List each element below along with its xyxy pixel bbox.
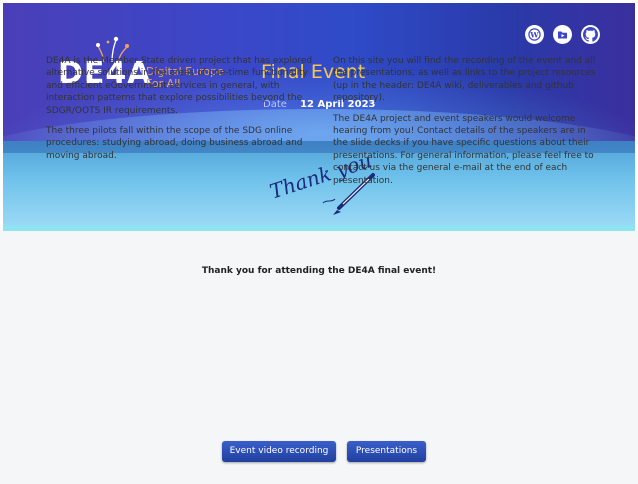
- page-heading: Thank you for attending the DE4A final e…: [201, 266, 437, 276]
- github-icon[interactable]: [581, 25, 600, 44]
- intro-paragraph: DE4A is the Member State driven project …: [46, 56, 313, 116]
- deliverables-icon[interactable]: [553, 25, 572, 44]
- page: DE4A Digital Europe For All Final Event …: [0, 0, 638, 484]
- header-icon-links: W: [525, 25, 600, 44]
- contact-paragraph: The DE4A project and event speakers woul…: [333, 113, 594, 186]
- resources-paragraph: On this site you will find the recording…: [333, 56, 596, 104]
- event-video-recording-button[interactable]: Event video recording: [222, 441, 336, 462]
- intro-column-left: DE4A is the Member State driven project …: [46, 55, 314, 170]
- svg-text:W: W: [529, 30, 539, 39]
- wiki-icon[interactable]: W: [525, 25, 544, 44]
- intro-column-right: On this site you will find the recording…: [333, 55, 601, 195]
- pilots-paragraph: The three pilots fall within the scope o…: [46, 126, 303, 161]
- presentations-button[interactable]: Presentations: [347, 441, 426, 462]
